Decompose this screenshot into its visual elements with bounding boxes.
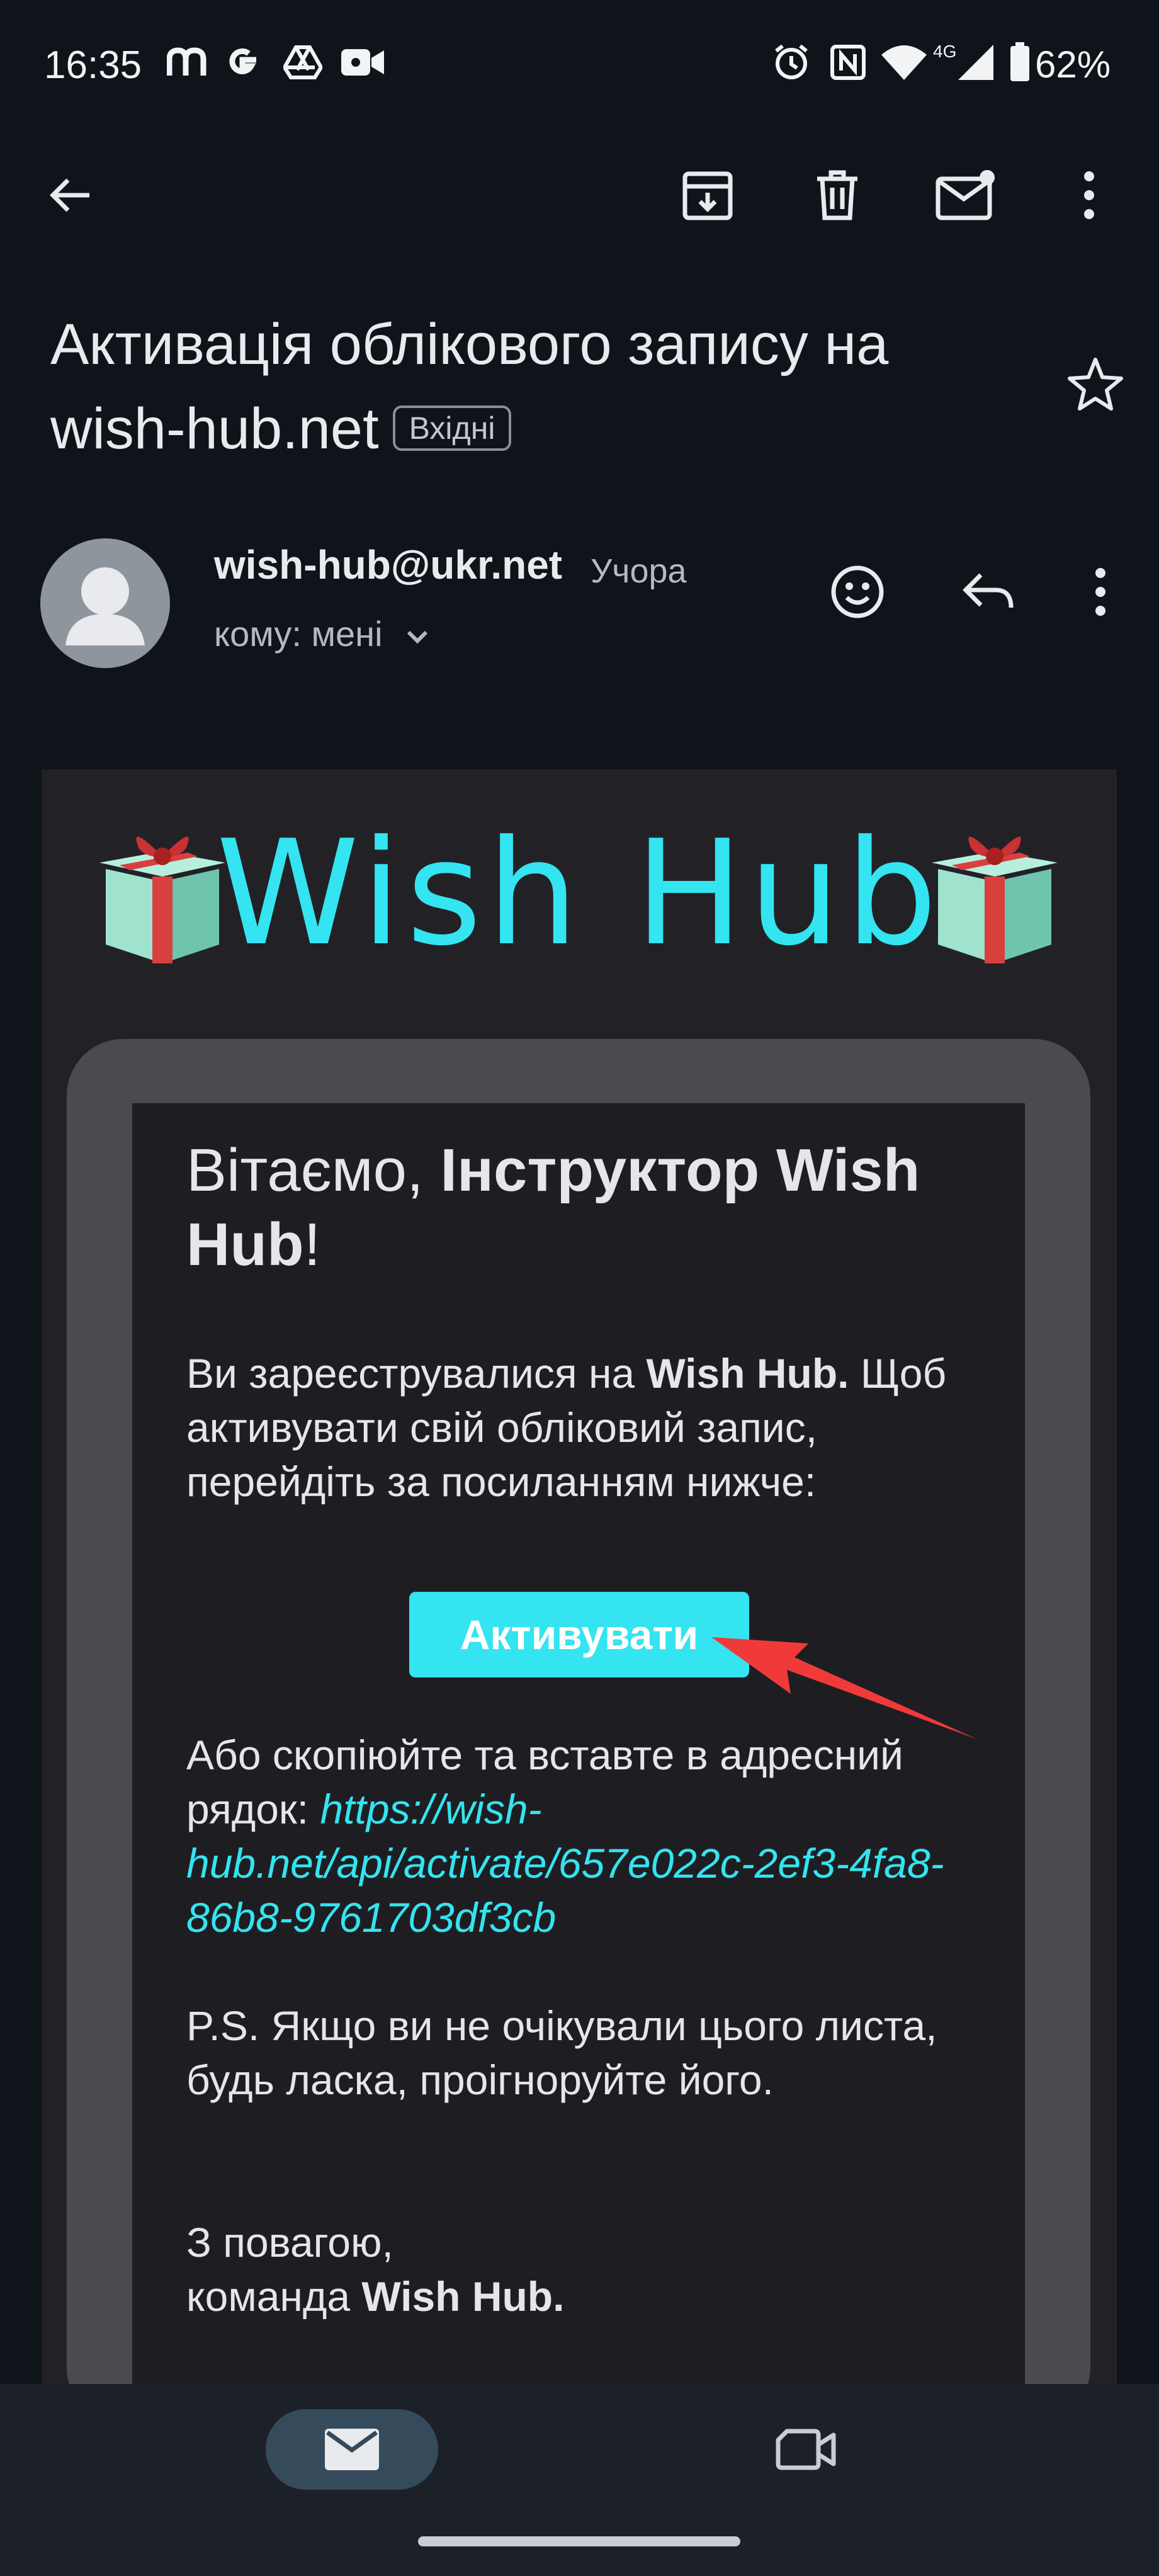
emoji-icon (831, 565, 884, 618)
nav-mail-tab[interactable] (266, 2409, 438, 2490)
more-vert-icon (1084, 171, 1094, 219)
more-options-button[interactable] (1051, 157, 1127, 233)
bottom-navigation (0, 2384, 1159, 2576)
nav-meet-tab[interactable] (768, 2412, 844, 2487)
subject-line-1: Активація облікового запису на (50, 312, 889, 377)
message-more-button[interactable] (1063, 554, 1138, 630)
label-badge[interactable]: Вхідні (392, 405, 512, 451)
star-icon (1068, 358, 1123, 411)
mark-unread-button[interactable] (928, 157, 1004, 233)
archive-button[interactable] (670, 157, 745, 233)
subject-line-2: wish-hub.net (50, 397, 379, 461)
back-button[interactable] (33, 157, 108, 233)
recipient-toggle[interactable]: кому: мені (214, 613, 430, 654)
nfc-icon (826, 42, 870, 83)
email-subject: Активація облікового запису на wish-hub.… (50, 302, 1045, 471)
sender-email[interactable]: wish-hub@ukr.net (214, 542, 562, 588)
trash-icon (817, 170, 857, 220)
more-vert-icon (1095, 568, 1105, 616)
video-call-icon (776, 2429, 836, 2470)
copy-instructions: Або скопіюйте та вставте в адресний рядо… (186, 1732, 944, 1941)
back-arrow-icon (50, 178, 89, 212)
home-indicator[interactable] (418, 2536, 740, 2546)
annotation-arrow-icon (705, 1625, 982, 1744)
gift-icon (93, 819, 232, 970)
reply-button[interactable] (951, 554, 1026, 630)
registration-text: Ви зареєструвалися на Wish Hub. Щоб акти… (186, 1350, 947, 1505)
google-icon (222, 42, 263, 83)
ps-note: P.S. Якщо ви не очікували цього листа, б… (186, 2002, 937, 2103)
archive-icon (682, 171, 733, 220)
signature: З повагою, команда Wish Hub. (186, 2219, 565, 2320)
person-icon (65, 567, 145, 645)
delete-button[interactable] (800, 157, 875, 233)
status-time: 16:35 (44, 43, 142, 87)
video-icon (340, 42, 385, 83)
star-button[interactable] (1058, 346, 1133, 422)
alarm-icon (769, 42, 813, 83)
mail-unread-icon (936, 170, 995, 220)
react-button[interactable] (820, 554, 895, 630)
m-icon (165, 42, 209, 83)
activate-button[interactable]: Активувати (409, 1592, 749, 1677)
network-type: 4G (933, 42, 957, 61)
battery-percentage: 62% (1035, 43, 1111, 86)
reply-icon (963, 573, 1014, 608)
drive-icon (281, 42, 325, 83)
recipient-text: кому: мені (214, 614, 383, 654)
signal-icon (956, 42, 996, 83)
wifi-icon (879, 42, 929, 83)
email-time: Учора (591, 552, 687, 590)
chevron-down-icon (407, 631, 428, 644)
mail-icon (325, 2429, 379, 2470)
sender-avatar[interactable] (40, 538, 170, 668)
battery-icon (1007, 42, 1032, 83)
greeting: Вітаємо, Інструктор Wish Hub! (186, 1137, 920, 1278)
gift-icon (925, 819, 1064, 970)
